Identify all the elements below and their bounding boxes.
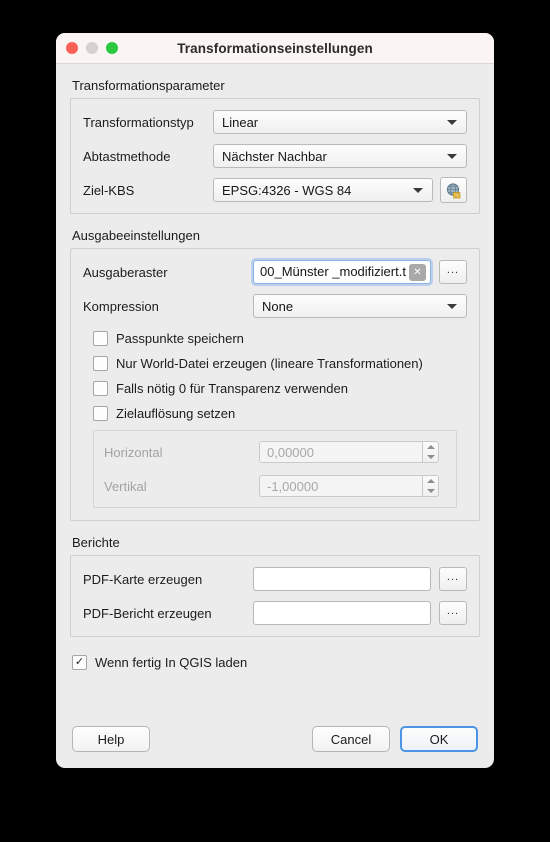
output-settings-group: Ausgaberaster 00_Münster _modifiziert.ti… [70, 248, 480, 521]
clear-icon[interactable]: ✕ [409, 263, 426, 281]
horizontal-resolution-stepper: 0,00000 [259, 441, 439, 463]
browse-pdf-map-button[interactable]: ... [439, 567, 467, 591]
close-button[interactable] [66, 42, 78, 54]
target-crs-value: EPSG:4326 - WGS 84 [222, 182, 352, 198]
footer-action-buttons: Cancel OK [312, 726, 478, 752]
chevron-down-icon [447, 119, 457, 125]
checkbox-box: ✓ [72, 654, 87, 670]
output-raster-input[interactable]: 00_Münster _modifiziert.tif ✕ [253, 260, 431, 284]
row-horizontal-resolution: Horizontal 0,00000 [104, 439, 446, 465]
row-output-raster: Ausgaberaster 00_Münster _modifiziert.ti… [83, 259, 467, 285]
transformation-type-dropdown[interactable]: Linear [213, 110, 467, 134]
compression-value: None [262, 298, 294, 314]
section-label-output-settings: Ausgabeeinstellungen [72, 228, 200, 243]
row-vertical-resolution: Vertikal -1,00000 [104, 473, 446, 499]
compression-dropdown[interactable]: None [253, 294, 467, 318]
row-pdf-report: PDF-Bericht erzeugen ... [83, 600, 467, 626]
select-crs-button[interactable] [440, 177, 467, 203]
vertical-resolution-stepper: -1,00000 [259, 475, 439, 497]
resolution-subpanel: Horizontal 0,00000 Vertikal -1,00000 [93, 430, 457, 508]
globe-icon [446, 182, 461, 198]
transformation-settings-dialog: Transformationseinstellungen Transformat… [56, 33, 494, 768]
label-target-crs: Ziel-KBS [83, 182, 135, 198]
chevron-down-icon [447, 153, 457, 159]
reports-group: PDF-Karte erzeugen ... PDF-Bericht erzeu… [70, 555, 480, 637]
dialog-body: Transformationsparameter Transformations… [56, 64, 494, 710]
window-controls [66, 33, 118, 63]
arrow-up-icon [426, 479, 435, 483]
ok-button[interactable]: OK [400, 726, 478, 752]
title-bar: Transformationseinstellungen [56, 33, 494, 64]
label-pdf-map: PDF-Karte erzeugen [83, 571, 203, 587]
section-label-reports: Berichte [72, 535, 120, 550]
stepper-buttons [422, 475, 439, 497]
row-pdf-map: PDF-Karte erzeugen ... [83, 566, 467, 592]
section-label-transform-params: Transformationsparameter [72, 78, 225, 93]
row-compression: Kompression None [83, 293, 467, 319]
row-target-crs: Ziel-KBS EPSG:4326 - WGS 84 [83, 177, 467, 203]
checkbox-use-zero-transparency[interactable]: Falls nötig 0 für Transparenz verwenden [93, 377, 467, 399]
horizontal-resolution-value: 0,00000 [259, 441, 422, 463]
checkbox-box [93, 405, 108, 421]
label-horizontal: Horizontal [104, 444, 163, 460]
arrow-up-icon [426, 445, 435, 449]
label-vertical: Vertikal [104, 478, 147, 494]
label-compression: Kompression [83, 298, 159, 314]
checkbox-save-gcp-points[interactable]: Passpunkte speichern [93, 327, 467, 349]
arrow-down-icon [426, 455, 435, 459]
pdf-report-input[interactable] [253, 601, 431, 625]
checkbox-set-target-resolution[interactable]: Zielauflösung setzen [93, 402, 467, 424]
minimize-button[interactable] [86, 42, 98, 54]
dialog-footer: Help Cancel OK [56, 710, 494, 768]
output-raster-value: 00_Münster _modifiziert.tif [260, 263, 406, 279]
transform-params-group: Transformationstyp Linear Abtastmethode … [70, 98, 480, 214]
checkbox-box [93, 330, 108, 346]
label-pdf-report: PDF-Bericht erzeugen [83, 605, 212, 621]
checkbox-label: Wenn fertig In QGIS laden [95, 654, 248, 670]
pdf-map-input[interactable] [253, 567, 431, 591]
checkbox-label: Passpunkte speichern [116, 330, 244, 346]
browse-pdf-report-button[interactable]: ... [439, 601, 467, 625]
cancel-button[interactable]: Cancel [312, 726, 390, 752]
checkbox-box [93, 380, 108, 396]
window-title: Transformationseinstellungen [177, 40, 373, 56]
row-transformation-type: Transformationstyp Linear [83, 109, 467, 135]
transformation-type-value: Linear [222, 114, 259, 130]
arrow-down-icon [426, 489, 435, 493]
vertical-resolution-value: -1,00000 [259, 475, 422, 497]
help-button[interactable]: Help [72, 726, 150, 752]
target-crs-dropdown[interactable]: EPSG:4326 - WGS 84 [213, 178, 433, 202]
zoom-button[interactable] [106, 42, 118, 54]
checkbox-label: Zielauflösung setzen [116, 405, 236, 421]
checkbox-world-file-only[interactable]: Nur World-Datei erzeugen (lineare Transf… [93, 352, 467, 374]
browse-output-raster-button[interactable]: ... [439, 260, 467, 284]
checkbox-label: Falls nötig 0 für Transparenz verwenden [116, 380, 348, 396]
chevron-down-icon [447, 303, 457, 309]
row-resampling-method: Abtastmethode Nächster Nachbar [83, 143, 467, 169]
checkbox-label: Nur World-Datei erzeugen (lineare Transf… [116, 355, 423, 371]
label-output-raster: Ausgaberaster [83, 264, 168, 280]
checkbox-load-in-qgis[interactable]: ✓ Wenn fertig In QGIS laden [72, 651, 480, 673]
resampling-method-dropdown[interactable]: Nächster Nachbar [213, 144, 467, 168]
stepper-buttons [422, 441, 439, 463]
resampling-method-value: Nächster Nachbar [222, 148, 327, 164]
label-transformation-type: Transformationstyp [83, 114, 194, 130]
chevron-down-icon [413, 187, 423, 193]
label-resampling-method: Abtastmethode [83, 148, 171, 164]
checkbox-box [93, 355, 108, 371]
